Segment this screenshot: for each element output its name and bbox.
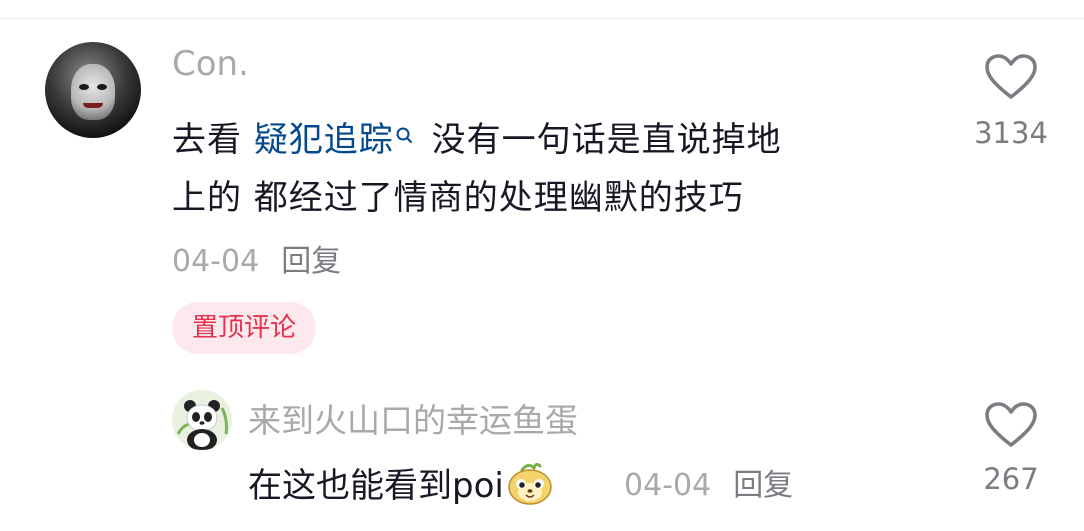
avatar-face-graphic: [71, 64, 115, 120]
comment-text-line-2: 上的 都经过了情商的处理幽默的技巧: [172, 178, 744, 218]
comment-username[interactable]: Con.: [172, 44, 249, 84]
reply-text-content: 在这也能看到poi: [248, 466, 504, 506]
reply-date: 04-04: [624, 468, 712, 503]
search-keyword-link[interactable]: 疑犯追踪: [254, 120, 394, 160]
sticker-emoji-icon: [506, 462, 554, 506]
reply-meta: 04-04 回复: [624, 460, 793, 504]
reply-button[interactable]: 回复: [281, 244, 341, 279]
reply-avatar[interactable]: [172, 390, 232, 450]
like-count: 3134: [974, 116, 1048, 150]
comment-text-line-1: 去看 疑犯追踪 没有一句话是直说掉地: [172, 112, 782, 161]
heart-outline-icon: [985, 54, 1037, 99]
comment-meta: 04-04 回复: [172, 236, 341, 280]
comment-date: 04-04: [172, 244, 260, 279]
panda-avatar-icon: [172, 390, 232, 450]
reply-username[interactable]: 来到火山口的幸运鱼蛋: [248, 394, 578, 442]
comment-text-suffix: 没有一句话是直说掉地: [419, 120, 782, 160]
pinned-comment-badge: 置顶评论: [172, 302, 317, 354]
reply-reply-button[interactable]: 回复: [733, 468, 793, 503]
reply-like-button[interactable]: 267: [968, 400, 1054, 496]
avatar[interactable]: [45, 42, 141, 138]
search-icon[interactable]: [394, 116, 420, 156]
comment-text-prefix: 去看: [172, 120, 254, 160]
top-divider: [0, 18, 1084, 19]
like-button[interactable]: 3134: [968, 52, 1054, 150]
reply-like-count: 267: [983, 462, 1039, 496]
reply-text: 在这也能看到poi: [248, 458, 554, 510]
heart-outline-icon: [985, 402, 1037, 447]
